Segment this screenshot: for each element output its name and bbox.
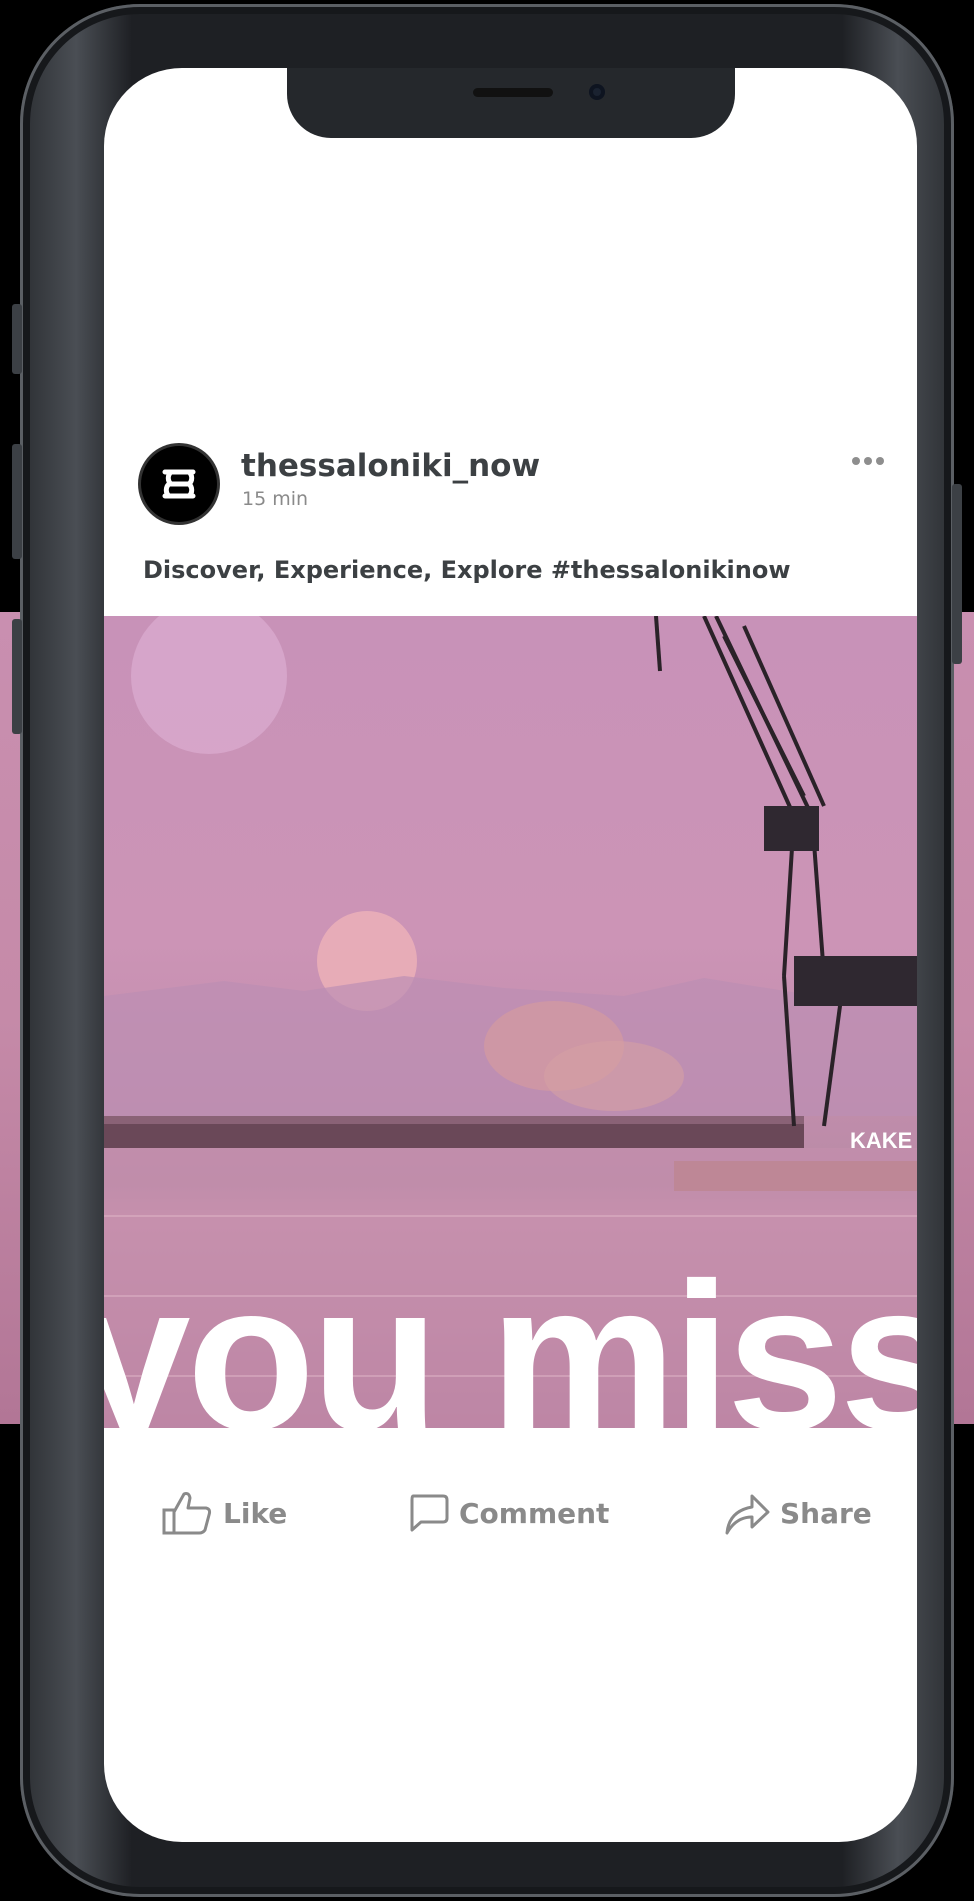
overlay-text: you miss xyxy=(104,1239,917,1428)
share-label: Share xyxy=(780,1496,872,1530)
comment-icon xyxy=(410,1494,449,1532)
like-button[interactable]: Like xyxy=(161,1488,287,1538)
front-camera xyxy=(589,84,605,100)
share-button[interactable]: Share xyxy=(724,1488,872,1538)
crane-sign-text: KAKE xyxy=(850,1128,912,1153)
post-caption: Discover, Experience, Explore #thessalon… xyxy=(143,556,791,584)
avatar-logo-icon xyxy=(162,469,196,499)
share-icon xyxy=(725,1494,770,1535)
mute-switch xyxy=(12,304,22,374)
post-username[interactable]: thessaloniki_now xyxy=(241,448,540,484)
more-icon[interactable] xyxy=(852,454,892,468)
power-button xyxy=(952,484,962,664)
post-image[interactable]: KAKE you miss xyxy=(104,616,917,1428)
phone-frame: thessaloniki_now 15 min Discover, Experi… xyxy=(12,4,962,1897)
volume-up-button xyxy=(12,444,22,559)
volume-down-button xyxy=(12,619,22,734)
like-icon xyxy=(162,1492,212,1535)
like-label: Like xyxy=(223,1496,288,1530)
phone-screen: thessaloniki_now 15 min Discover, Experi… xyxy=(104,68,917,1842)
notch xyxy=(287,68,735,138)
comment-label: Comment xyxy=(459,1496,610,1530)
speaker-grille xyxy=(473,88,553,97)
post-timestamp: 15 min xyxy=(242,488,309,510)
comment-button[interactable]: Comment xyxy=(407,1488,609,1538)
avatar[interactable] xyxy=(141,446,217,522)
